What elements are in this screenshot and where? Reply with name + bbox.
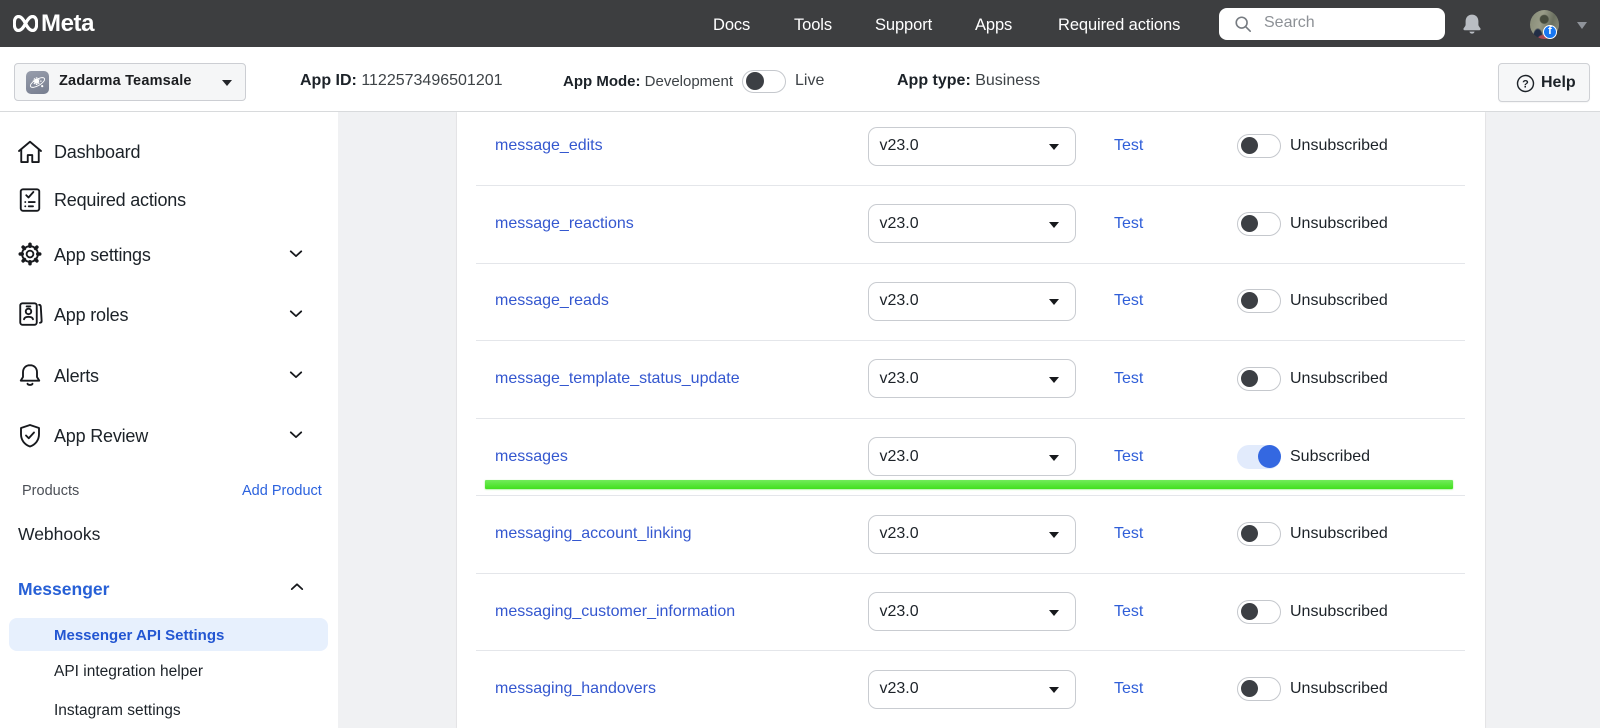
svg-text:?: ? (1522, 78, 1529, 90)
